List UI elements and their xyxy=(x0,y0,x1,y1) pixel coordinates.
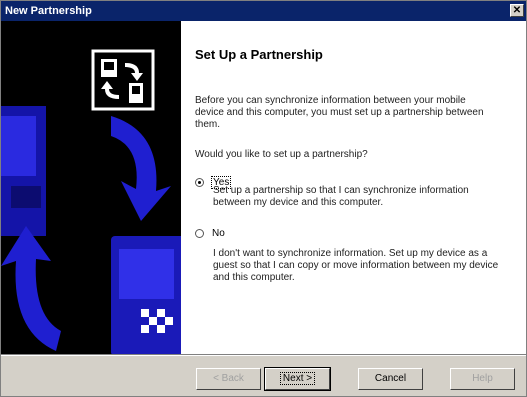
help-button[interactable]: Help xyxy=(450,368,515,390)
window-title: New Partnership xyxy=(5,5,92,17)
wizard-content: Set Up a Partnership Before you can sync… xyxy=(181,21,526,354)
radio-no[interactable]: No xyxy=(195,228,225,239)
intro-text: Before you can synchronize information b… xyxy=(195,95,484,130)
back-button[interactable]: < Back xyxy=(196,368,261,390)
title-bar[interactable]: New Partnership ✕ xyxy=(1,1,526,21)
next-button[interactable]: Next > xyxy=(264,367,331,391)
radio-yes-button[interactable] xyxy=(195,178,204,187)
button-divider xyxy=(1,354,526,356)
page-title: Set Up a Partnership xyxy=(195,47,323,62)
wizard-banner-image xyxy=(1,21,181,354)
next-button-label: Next > xyxy=(279,372,316,385)
radio-no-button[interactable] xyxy=(195,229,204,238)
radio-yes-description: Set up a partnership so that I can synch… xyxy=(213,185,469,208)
cancel-button[interactable]: Cancel xyxy=(358,368,423,390)
new-partnership-dialog: New Partnership ✕ Set Up a Partnership B… xyxy=(0,0,527,397)
radio-no-label[interactable]: No xyxy=(212,228,225,239)
close-button[interactable]: ✕ xyxy=(510,4,524,17)
radio-no-description: I don't want to synchronize information.… xyxy=(213,248,499,283)
sync-illustration xyxy=(1,21,181,354)
question-text: Would you like to set up a partnership? xyxy=(195,149,368,160)
